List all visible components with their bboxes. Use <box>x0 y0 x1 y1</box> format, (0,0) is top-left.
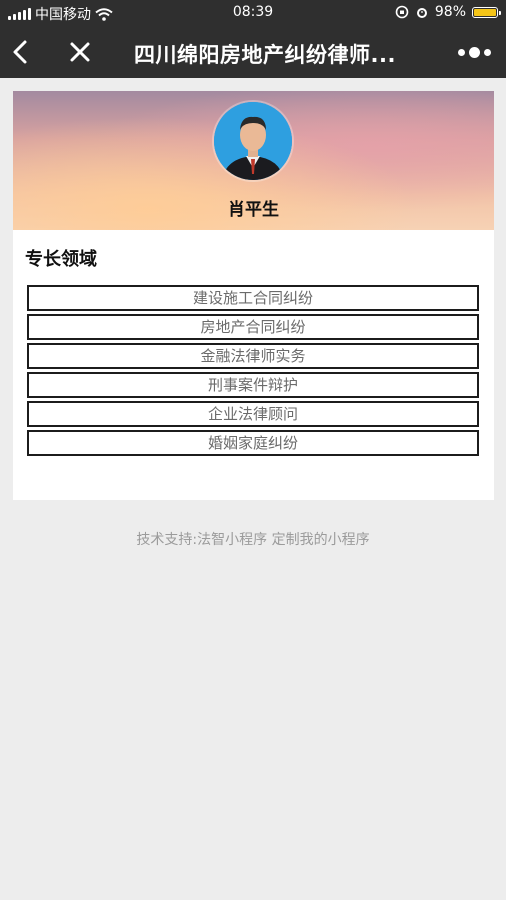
lawyer-name: 肖平生 <box>228 200 279 220</box>
orientation-lock-icon <box>395 5 409 19</box>
customize-miniprogram-link[interactable]: 定制我的小程序 <box>272 532 370 548</box>
tech-support-link[interactable]: 技术支持:法智小程序 <box>136 532 267 548</box>
specialty-item-construction-contract[interactable]: 建设施工合同纠纷 <box>27 285 479 311</box>
close-icon <box>70 42 90 62</box>
profile-banner: 肖平生 <box>13 91 494 230</box>
specialty-list: 建设施工合同纠纷 房地产合同纠纷 金融法律师实务 刑事案件辩护 企业法律顾问 婚… <box>27 285 479 459</box>
back-button[interactable] <box>8 38 36 66</box>
close-button[interactable] <box>66 38 94 66</box>
battery-percent: 98% <box>434 4 466 20</box>
battery-icon <box>472 6 501 18</box>
specialty-item-criminal-defense[interactable]: 刑事案件辩护 <box>27 372 479 398</box>
page-title: 四川绵阳房地产纠纷律师... <box>134 43 396 67</box>
more-button[interactable] <box>458 42 492 62</box>
alarm-icon <box>416 8 427 18</box>
chevron-left-icon <box>13 40 27 64</box>
lawyer-portrait <box>214 102 292 180</box>
more-dots-icon <box>458 48 465 56</box>
nav-bar: 四川绵阳房地产纠纷律师... <box>0 26 506 78</box>
status-right: 98% <box>395 4 501 20</box>
specialty-item-corporate-counsel[interactable]: 企业法律顾问 <box>27 401 479 427</box>
specialty-item-real-estate-contract[interactable]: 房地产合同纠纷 <box>27 314 479 340</box>
specialty-item-finance-law[interactable]: 金融法律师实务 <box>27 343 479 369</box>
avatar <box>214 102 292 180</box>
battery-level <box>474 8 496 16</box>
footer: 技术支持:法智小程序 定制我的小程序 <box>0 529 506 549</box>
specialty-item-family-dispute[interactable]: 婚姻家庭纠纷 <box>27 430 479 456</box>
status-bar: 中国移动 08:39 98% <box>0 0 506 26</box>
specialty-title: 专长领域 <box>25 249 97 270</box>
lawyer-card: 肖平生 专长领域 建设施工合同纠纷 房地产合同纠纷 金融法律师实务 刑事案件辩护… <box>13 91 494 500</box>
